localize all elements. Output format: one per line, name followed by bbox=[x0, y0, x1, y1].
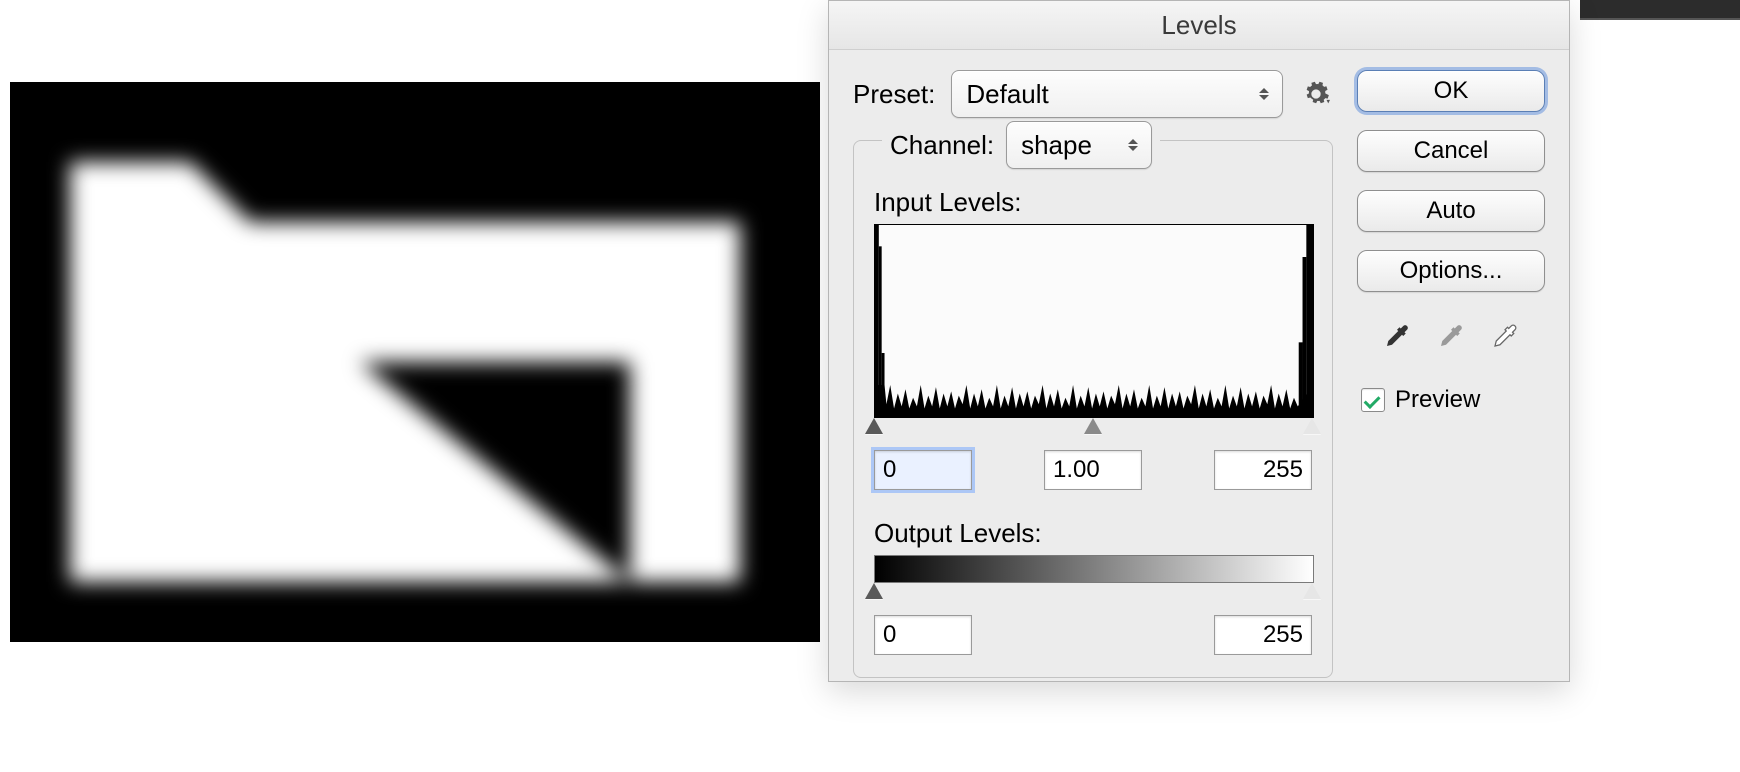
input-gamma-field[interactable] bbox=[1044, 450, 1142, 490]
output-white-field[interactable] bbox=[1214, 615, 1312, 655]
eyedropper-black-icon bbox=[1382, 321, 1412, 351]
updown-caret-icon bbox=[1125, 139, 1141, 151]
input-levels-label: Input Levels: bbox=[874, 187, 1312, 218]
eyedropper-gray-icon bbox=[1436, 321, 1466, 351]
input-gamma-handle[interactable] bbox=[1084, 418, 1102, 434]
levels-dialog: Levels Preset: Default bbox=[828, 0, 1570, 682]
histogram-svg bbox=[875, 225, 1313, 417]
channel-label: Channel: bbox=[890, 130, 994, 161]
output-slider-track[interactable] bbox=[874, 583, 1312, 605]
ok-button[interactable]: OK bbox=[1357, 70, 1545, 112]
preset-select[interactable]: Default bbox=[951, 70, 1283, 118]
mask-shape bbox=[10, 82, 820, 642]
output-levels-label: Output Levels: bbox=[874, 518, 1312, 549]
sample-black-point[interactable] bbox=[1379, 318, 1415, 354]
preset-label: Preset: bbox=[853, 79, 935, 110]
output-black-handle[interactable] bbox=[865, 583, 883, 599]
output-white-handle[interactable] bbox=[1303, 583, 1321, 599]
histogram[interactable] bbox=[874, 224, 1314, 418]
eyedropper-white-icon bbox=[1490, 321, 1520, 351]
menubar-fragment bbox=[1580, 0, 1740, 20]
dialog-title: Levels bbox=[829, 1, 1569, 50]
sample-gray-point[interactable] bbox=[1433, 318, 1469, 354]
output-gradient[interactable] bbox=[874, 555, 1314, 583]
options-button[interactable]: Options... bbox=[1357, 250, 1545, 292]
input-white-field[interactable] bbox=[1214, 450, 1312, 490]
preset-select-value: Default bbox=[966, 79, 1048, 110]
sample-white-point[interactable] bbox=[1487, 318, 1523, 354]
cancel-button[interactable]: Cancel bbox=[1357, 130, 1545, 172]
input-white-handle[interactable] bbox=[1303, 418, 1321, 434]
preset-menu-button[interactable] bbox=[1299, 77, 1333, 111]
auto-button[interactable]: Auto bbox=[1357, 190, 1545, 232]
updown-caret-icon bbox=[1256, 88, 1272, 100]
gear-icon bbox=[1302, 80, 1330, 108]
channel-select-value: shape bbox=[1021, 130, 1092, 161]
channel-fieldset: Channel: shape Input Levels: bbox=[853, 140, 1333, 678]
output-black-field[interactable] bbox=[874, 615, 972, 655]
input-slider-track[interactable] bbox=[874, 418, 1312, 440]
input-black-handle[interactable] bbox=[865, 418, 883, 434]
preview-label: Preview bbox=[1395, 386, 1480, 414]
canvas-preview bbox=[10, 82, 820, 642]
channel-select[interactable]: shape bbox=[1006, 121, 1152, 169]
input-black-field[interactable] bbox=[874, 450, 972, 490]
preview-checkbox[interactable] bbox=[1361, 388, 1385, 412]
